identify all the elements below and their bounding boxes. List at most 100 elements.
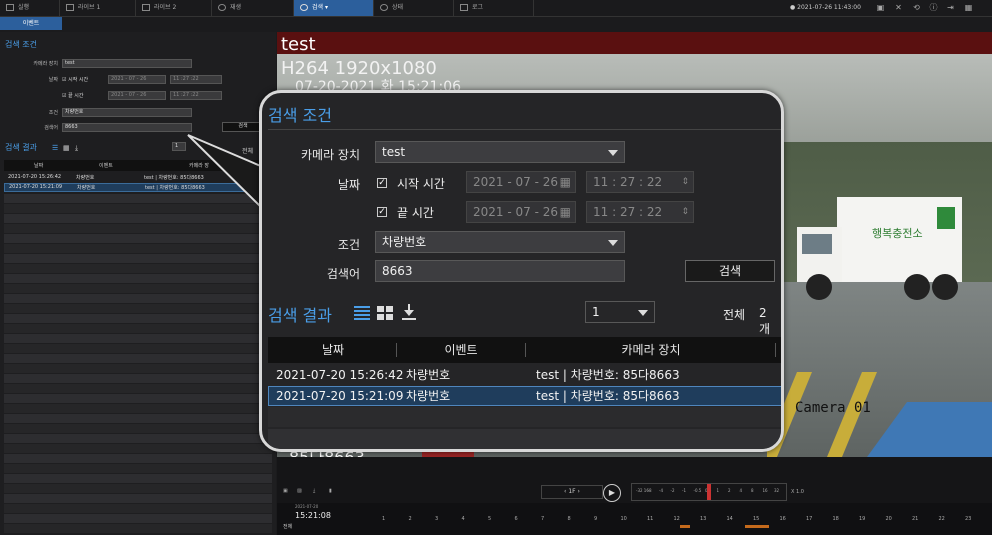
tab-playback[interactable]: 재생 xyxy=(212,0,294,16)
start-time-value: 11 :27 :22 xyxy=(173,76,199,82)
download-icon[interactable] xyxy=(402,304,416,320)
empty-row xyxy=(4,414,272,423)
tab-status[interactable]: 상태 xyxy=(374,0,454,16)
keyword-input[interactable]: 8663 xyxy=(375,260,625,282)
end-date-field[interactable]: 2021 - 07 - 26 xyxy=(108,91,166,100)
export-icon[interactable]: ⇥ xyxy=(946,3,955,12)
spinner-icon[interactable]: ⇕ xyxy=(681,202,689,222)
play-button[interactable]: ▶ xyxy=(603,484,621,502)
search-condition-title: 검색 조건 xyxy=(5,40,37,49)
start-date-field[interactable]: 2021 - 07 - 26 xyxy=(108,75,166,84)
svg-text:행복충전소: 행복충전소 xyxy=(872,227,923,240)
hour-tick: 12 xyxy=(673,516,680,522)
hour-tick: 19 xyxy=(859,516,866,522)
end-time-field[interactable]: 11 :27 :22 xyxy=(170,91,222,100)
scale-label: 2 xyxy=(728,488,731,493)
video-title: test xyxy=(281,34,316,55)
calendar-icon[interactable]: ▦ xyxy=(560,202,571,222)
list-view-icon[interactable]: ☰ xyxy=(52,144,58,152)
start-time-field[interactable]: 11 :27 :22 xyxy=(170,75,222,84)
hour-tick: 17 xyxy=(806,516,813,522)
tab-live-2[interactable]: 라이브 2 xyxy=(136,0,212,16)
empty-row xyxy=(4,494,272,503)
speed-scale[interactable]: -32 16-8-4-2-1-0.50.512481632 xyxy=(631,483,787,501)
calendar-icon[interactable]: ▦ xyxy=(560,172,571,192)
keyword-input[interactable]: 8663 xyxy=(62,123,192,132)
empty-row xyxy=(4,264,272,273)
end-time-field[interactable]: 11 : 27 : 22 ⇕ xyxy=(586,201,694,223)
check-circle-icon xyxy=(380,4,388,11)
speed-value: 1F xyxy=(568,488,576,495)
page-select[interactable]: 1 xyxy=(585,301,655,323)
date-label: 날짜 xyxy=(48,77,58,83)
camera-icon[interactable]: ▣ xyxy=(283,488,288,494)
tab-log[interactable]: 로그 xyxy=(454,0,534,16)
row-date: 2021-07-20 15:26:42 xyxy=(276,368,404,382)
col-date[interactable]: 날짜 xyxy=(268,337,398,363)
end-time-checkbox[interactable]: ✓ xyxy=(377,207,387,217)
close-x-icon[interactable]: ✕ xyxy=(894,3,903,12)
hour-tick: 21 xyxy=(912,516,919,522)
empty-row xyxy=(4,194,272,203)
col-divider xyxy=(775,343,776,357)
col-event[interactable]: 이벤트 xyxy=(397,337,525,363)
total-label: 전체 xyxy=(723,308,746,322)
tab-run[interactable]: 실행 xyxy=(0,0,60,16)
tab-event[interactable]: 이벤트 xyxy=(0,17,62,30)
col-date: 날짜 xyxy=(34,163,44,169)
camera-select[interactable]: test xyxy=(62,59,192,68)
list-view-icon[interactable] xyxy=(354,306,370,320)
end-date-field[interactable]: 2021 - 07 - 26 ▦ xyxy=(466,201,576,223)
scale-label: 4 xyxy=(739,488,743,493)
tab-search[interactable]: 검색 ▾ xyxy=(294,0,374,16)
bookmark-icon[interactable]: ▮ xyxy=(329,488,332,494)
pin-icon[interactable]: ▣ xyxy=(876,3,885,12)
condition-select[interactable]: 차량번호 xyxy=(375,231,625,253)
start-time-checkbox[interactable]: ✓ xyxy=(377,178,387,188)
camera-select[interactable]: test xyxy=(375,141,625,163)
condition-select[interactable]: 차량번호 xyxy=(62,108,192,117)
row-event: 차량번호 xyxy=(77,185,96,191)
page-select-small[interactable]: 1 xyxy=(172,142,186,151)
grid-view-icon[interactable] xyxy=(377,306,393,320)
download-icon[interactable]: ⤓ xyxy=(313,488,315,494)
log-icon xyxy=(460,4,468,11)
results-table-header: 날짜 이벤트 카메라 장 xyxy=(4,160,272,171)
empty-row xyxy=(4,254,272,263)
start-time-field[interactable]: 11 : 27 : 22 ⇕ xyxy=(586,171,694,193)
empty-row xyxy=(268,429,781,449)
table-row-selected[interactable]: 2021-07-20 15:21:09 차량번호 test | 차량번호: 85… xyxy=(268,386,781,406)
row-event: 차량번호 xyxy=(76,175,95,181)
download-icon[interactable]: ⤓ xyxy=(75,144,78,153)
row-date: 2021-07-20 15:21:09 xyxy=(276,389,404,403)
zoom-level: X 1.0 xyxy=(791,489,804,495)
restore-icon[interactable]: ⟲ xyxy=(912,3,921,12)
scale-label: -2 xyxy=(670,488,675,493)
search-button[interactable]: 검색 xyxy=(685,260,775,282)
scale-label: -8 xyxy=(647,488,652,493)
layout-icon[interactable]: ▦ xyxy=(964,3,973,12)
info-icon[interactable]: ⓘ xyxy=(929,3,938,12)
search-button-small[interactable]: 검색 xyxy=(222,122,262,132)
zoom-callout: 검색 조건 카메라 장치 test 날짜 ✓ 시작 시간 2021 - 07 -… xyxy=(259,90,784,452)
start-time-checkbox[interactable]: ☑ 시작 시간 xyxy=(62,76,88,83)
hour-tick: 8 xyxy=(567,516,571,522)
empty-row xyxy=(268,407,781,427)
condition-value: 차량번호 xyxy=(382,235,427,249)
speed-selector[interactable]: ‹ 1F › xyxy=(541,485,603,499)
image-icon[interactable]: ▨ xyxy=(297,488,302,494)
table-row[interactable]: 2021-07-20 15:26:42 차량번호 test | 차량번호: 85… xyxy=(4,173,272,182)
scale-label: 8 xyxy=(751,488,754,493)
table-row-selected[interactable]: 2021-07-20 15:21:09 차량번호 test | 차량번호: 85… xyxy=(4,183,272,192)
start-date-field[interactable]: 2021 - 07 - 26 ▦ xyxy=(466,171,576,193)
grid-view-icon[interactable]: ▦ xyxy=(63,144,70,152)
scale-label: 16 xyxy=(762,488,768,493)
keyword-value: 8663 xyxy=(382,264,413,278)
spinner-icon[interactable]: ⇕ xyxy=(681,172,689,192)
search-panel: 검색 조건 카메라 장치 test 날짜 ☑ 시작 시간 2021 - 07 -… xyxy=(0,32,276,535)
end-time-checkbox[interactable]: ☑ 끝 시간 xyxy=(62,92,83,99)
tab-live-1[interactable]: 라이브 1 xyxy=(60,0,136,16)
table-row[interactable]: 2021-07-20 15:26:42 차량번호 test | 차량번호: 85… xyxy=(268,365,781,385)
col-camera[interactable]: 카메라 장치 xyxy=(526,337,776,363)
run-icon xyxy=(6,4,14,11)
